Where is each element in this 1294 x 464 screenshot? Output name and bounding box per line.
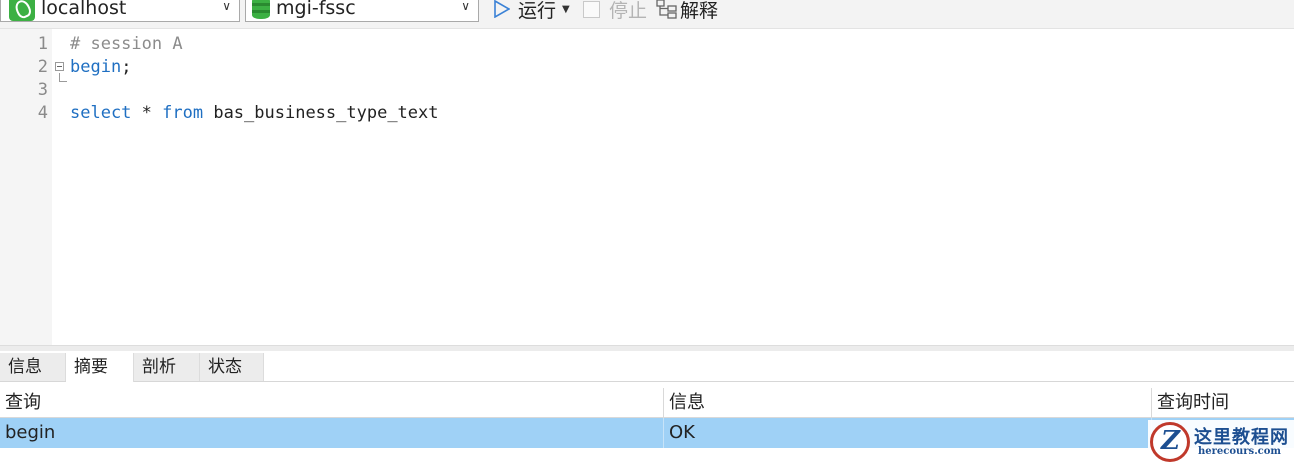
fold-toggle-icon[interactable] bbox=[55, 62, 64, 71]
stop-button[interactable]: 停止 bbox=[583, 0, 647, 22]
connection-select[interactable]: localhost ∨ bbox=[0, 0, 240, 22]
column-header-info[interactable]: 信息 bbox=[664, 388, 1152, 417]
table-row[interactable]: begin OK bbox=[0, 418, 1294, 448]
grid-header: 查询 信息 查询时间 bbox=[0, 388, 1294, 418]
code-keyword: select bbox=[70, 103, 132, 123]
column-header-query-time[interactable]: 查询时间 bbox=[1152, 388, 1294, 417]
code-line: 2 begin; bbox=[0, 56, 1294, 79]
run-button[interactable]: 运行 ▼ bbox=[494, 0, 570, 22]
run-label: 运行 bbox=[518, 0, 557, 22]
tab-info[interactable]: 信息 bbox=[0, 353, 66, 381]
explain-button[interactable]: 解释 bbox=[656, 0, 718, 22]
chevron-down-icon: ∨ bbox=[222, 0, 231, 13]
code-text: ; bbox=[121, 57, 132, 77]
tab-status[interactable]: 状态 bbox=[200, 353, 264, 381]
line-number: 3 bbox=[37, 80, 48, 100]
fold-guide bbox=[59, 73, 60, 81]
code-comment: # session A bbox=[70, 34, 183, 54]
code-keyword: begin bbox=[70, 57, 122, 77]
result-tabbar: 信息 摘要 剖析 状态 bbox=[0, 351, 1294, 382]
tab-summary[interactable]: 摘要 bbox=[66, 353, 134, 382]
toolbar: localhost ∨ mgi-fssc ∨ 运行 ▼ 停止 解释 bbox=[0, 0, 1294, 29]
stop-icon bbox=[583, 0, 600, 18]
tab-profile[interactable]: 剖析 bbox=[134, 353, 200, 381]
code-line: 3 bbox=[0, 79, 1294, 102]
database-icon bbox=[252, 0, 270, 19]
cell-query[interactable]: begin bbox=[0, 418, 664, 448]
column-header-query[interactable]: 查询 bbox=[0, 388, 664, 417]
connection-icon bbox=[9, 0, 35, 21]
line-number: 4 bbox=[37, 103, 48, 123]
connection-label: localhost bbox=[41, 0, 127, 19]
code-line: 4 select * from bas_business_type_text bbox=[0, 102, 1294, 125]
watermark-logo-icon: Z bbox=[1150, 422, 1190, 462]
code-text: * bbox=[131, 103, 163, 123]
database-select[interactable]: mgi-fssc ∨ bbox=[245, 0, 479, 22]
cell-info[interactable]: OK bbox=[664, 418, 1152, 448]
dropdown-caret-icon[interactable]: ▼ bbox=[562, 4, 570, 15]
explain-icon bbox=[656, 0, 677, 19]
site-watermark: Z 这里教程网 herecours.com bbox=[1148, 420, 1294, 464]
watermark-logo-letter: Z bbox=[1161, 426, 1180, 456]
sql-editor[interactable]: 1 # session A 2 begin; 3 4 select * from… bbox=[0, 29, 1294, 345]
line-number: 2 bbox=[37, 57, 48, 77]
database-label: mgi-fssc bbox=[276, 0, 356, 19]
play-icon bbox=[494, 0, 510, 18]
chevron-down-icon: ∨ bbox=[461, 0, 470, 13]
code-line: 1 # session A bbox=[0, 33, 1294, 56]
code-text: bas_business_type_text bbox=[203, 103, 439, 123]
code-keyword: from bbox=[162, 103, 204, 123]
line-number: 1 bbox=[37, 34, 48, 54]
watermark-url: herecours.com bbox=[1198, 446, 1282, 457]
stop-label: 停止 bbox=[609, 0, 648, 22]
explain-label: 解释 bbox=[680, 0, 719, 22]
fold-guide-end bbox=[59, 81, 67, 82]
